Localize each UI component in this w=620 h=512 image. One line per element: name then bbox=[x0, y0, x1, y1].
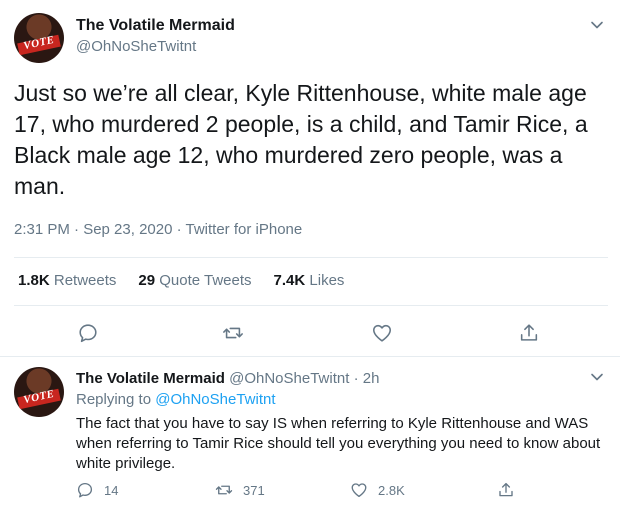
likes-count: 7.4K bbox=[273, 272, 306, 289]
tweet-stats: 1.8K Retweets 29 Quote Tweets 7.4K Likes bbox=[18, 272, 344, 289]
retweet-icon[interactable] bbox=[222, 322, 244, 344]
share-icon[interactable] bbox=[518, 322, 540, 344]
replying-to: Replying to @OhNoSheTwitnt bbox=[76, 391, 276, 408]
share-icon bbox=[499, 482, 513, 497]
retweet-icon bbox=[215, 485, 233, 495]
divider bbox=[14, 257, 608, 258]
tweet-timestamp[interactable]: 2:31 PM · Sep 23, 2020 · Twitter for iPh… bbox=[14, 221, 302, 238]
retweets-stat[interactable]: 1.8K Retweets bbox=[18, 272, 116, 289]
reply-reply-action[interactable]: 14 bbox=[76, 481, 118, 499]
reply-author-name[interactable]: The Volatile Mermaid bbox=[76, 370, 225, 387]
retweets-label: Retweets bbox=[53, 272, 117, 289]
likes-stat[interactable]: 7.4K Likes bbox=[274, 272, 345, 289]
heart-icon bbox=[351, 483, 367, 498]
replying-to-link[interactable]: @OhNoSheTwitnt bbox=[155, 391, 275, 408]
retweets-count: 1.8K bbox=[18, 272, 50, 289]
avatar[interactable]: VOTE bbox=[14, 13, 64, 63]
reply-time[interactable]: · 2h bbox=[354, 370, 380, 387]
reply-text: The fact that you have to say IS when re… bbox=[76, 415, 601, 472]
replying-prefix: Replying to bbox=[76, 391, 152, 408]
reply-avatar[interactable]: VOTE bbox=[14, 367, 64, 417]
retweet-count: 371 bbox=[243, 482, 265, 498]
reply-count: 14 bbox=[104, 482, 119, 498]
chevron-down-icon[interactable] bbox=[590, 18, 604, 32]
heart-icon[interactable] bbox=[371, 322, 393, 344]
reply-share-action[interactable] bbox=[497, 481, 515, 499]
quotes-label: Quote Tweets bbox=[159, 272, 252, 289]
reply-like-action[interactable]: 2.8K bbox=[350, 481, 405, 499]
author-name[interactable]: The Volatile Mermaid bbox=[76, 17, 235, 35]
divider bbox=[14, 305, 608, 306]
chevron-down-icon[interactable] bbox=[590, 370, 604, 384]
reply-icon bbox=[77, 482, 93, 498]
reply-author-handle[interactable]: @OhNoSheTwitnt bbox=[229, 370, 349, 387]
reply-retweet-action[interactable]: 371 bbox=[215, 481, 265, 499]
reply-header: The Volatile Mermaid @OhNoSheTwitnt · 2h bbox=[76, 370, 379, 387]
author-handle[interactable]: @OhNoSheTwitnt bbox=[76, 38, 196, 55]
quotes-count: 29 bbox=[138, 272, 156, 289]
tweet-text: Just so we’re all clear, Kyle Rittenhous… bbox=[14, 80, 588, 199]
divider bbox=[0, 356, 620, 357]
quotes-stat[interactable]: 29 Quote Tweets bbox=[138, 272, 251, 289]
like-count: 2.8K bbox=[378, 482, 405, 498]
likes-label: Likes bbox=[309, 272, 345, 289]
reply-icon[interactable] bbox=[77, 322, 99, 344]
